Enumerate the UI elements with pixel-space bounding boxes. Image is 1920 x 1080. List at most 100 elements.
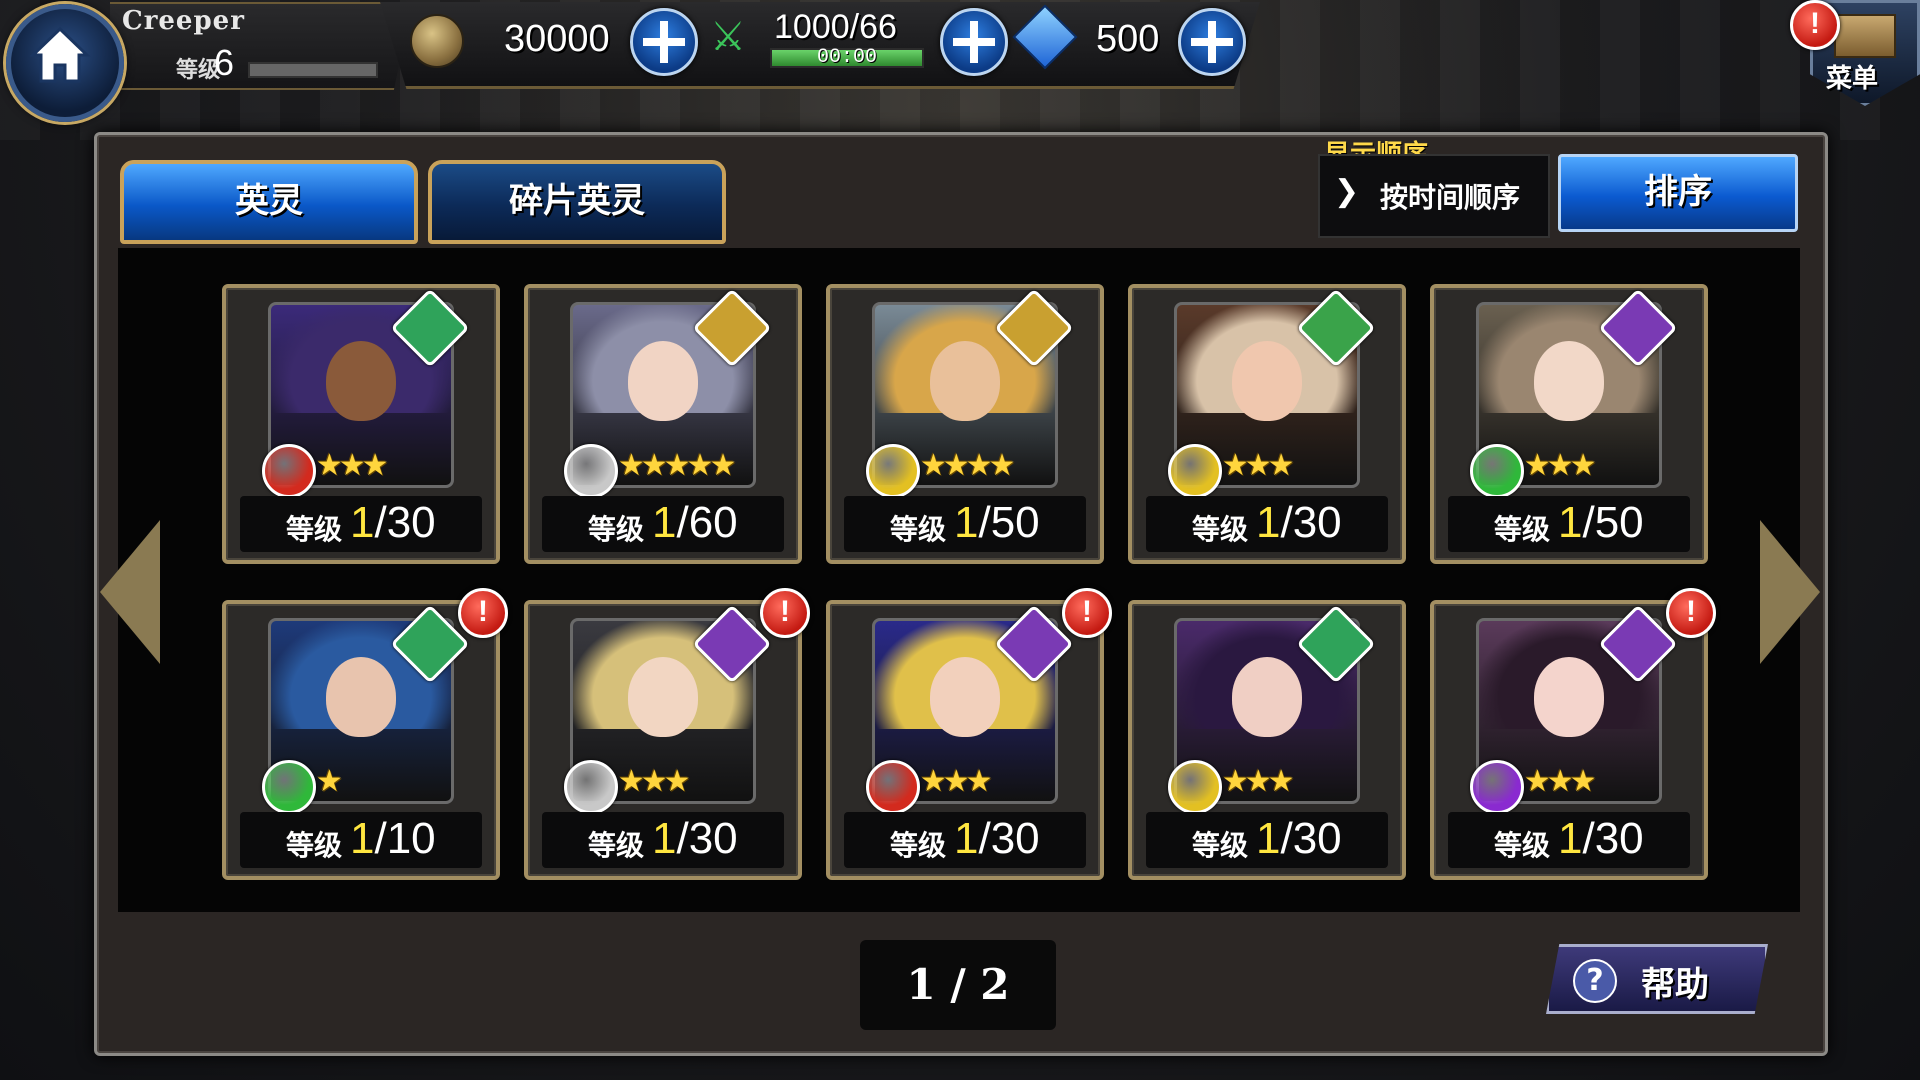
menu-button[interactable]: 菜单 ! <box>1790 0 1920 120</box>
hero-level-value: 1/30 <box>652 814 738 864</box>
sort-order-dropdown[interactable]: ❯ 按时间顺序 <box>1318 154 1550 238</box>
hero-level-current: 1 <box>652 498 677 547</box>
tab-heroes[interactable]: 英灵 <box>120 160 418 244</box>
sort-button[interactable]: 排序 <box>1558 154 1798 232</box>
element-icon <box>1168 444 1222 498</box>
hero-level-bar: 等级 1/30 <box>1448 812 1690 868</box>
hero-face <box>930 657 1000 737</box>
book-icon <box>1834 14 1896 58</box>
hero-face <box>930 341 1000 421</box>
hero-level-bar: 等级 1/50 <box>844 496 1086 552</box>
hero-level-bar: 等级 1/30 <box>1146 496 1388 552</box>
add-gems-button[interactable] <box>1178 8 1246 76</box>
home-icon <box>29 26 91 83</box>
gem-value: 500 <box>1096 18 1160 60</box>
page-indicator: 1 / 2 <box>860 940 1056 1030</box>
hero-alert-icon: ! <box>760 588 810 638</box>
hero-card[interactable]: ★★★ 等级 1/30 <box>222 284 500 564</box>
coin-icon <box>410 14 464 68</box>
hero-face <box>326 341 396 421</box>
rarity-stars: ★★★ <box>1524 764 1597 799</box>
element-icon <box>1168 760 1222 814</box>
next-page-arrow-icon[interactable] <box>1760 520 1820 664</box>
hero-level-max: /30 <box>1280 814 1342 863</box>
menu-label: 菜单 <box>1826 64 1879 94</box>
element-icon <box>1470 760 1524 814</box>
player-name: Creeper <box>122 6 245 36</box>
rarity-stars: ★★★ <box>1222 764 1295 799</box>
stamina-swords-icon: ⚔ <box>710 14 746 60</box>
hero-level-current: 1 <box>954 814 979 863</box>
element-icon <box>564 444 618 498</box>
home-button[interactable] <box>6 4 124 122</box>
hero-card[interactable]: ★★★★ 等级 1/50 <box>826 284 1104 564</box>
hero-level-value: 1/60 <box>652 498 738 548</box>
hero-alert-icon: ! <box>1666 588 1716 638</box>
hero-level-current: 1 <box>1256 498 1281 547</box>
hero-level-max: /30 <box>676 814 738 863</box>
hero-card[interactable]: ★★★ 等级 1/30! <box>524 588 810 880</box>
element-icon <box>866 760 920 814</box>
rarity-stars: ★★★ <box>920 764 993 799</box>
stamina-value: 1000/66 <box>774 8 897 46</box>
hero-face <box>1232 341 1302 421</box>
hero-level-value: 1/50 <box>1558 498 1644 548</box>
hero-card[interactable]: ★★★ 等级 1/30 <box>1128 284 1406 564</box>
hero-level-max: /30 <box>374 498 436 547</box>
element-icon <box>866 444 920 498</box>
rarity-stars: ★★★★ <box>920 448 1016 483</box>
hero-card[interactable]: ★★★★★ 等级 1/60 <box>524 284 802 564</box>
rarity-stars: ★★★ <box>1222 448 1295 483</box>
rarity-stars: ★★★ <box>316 448 389 483</box>
hero-alert-icon: ! <box>458 588 508 638</box>
hero-level-label: 等级 <box>1192 513 1249 546</box>
player-level: 6 <box>214 42 235 83</box>
hero-level-label: 等级 <box>286 829 343 862</box>
rarity-stars: ★★★ <box>1524 448 1597 483</box>
hero-level-bar: 等级 1/30 <box>240 496 482 552</box>
hero-level-max: /60 <box>676 498 738 547</box>
hero-level-value: 1/50 <box>954 498 1040 548</box>
hero-level-bar: 等级 1/30 <box>542 812 784 868</box>
hero-level-label: 等级 <box>588 829 645 862</box>
rarity-stars: ★★★★★ <box>618 448 737 483</box>
element-icon <box>262 760 316 814</box>
stamina-timer: 00:00 <box>816 46 877 69</box>
hero-face <box>628 341 698 421</box>
hero-level-label: 等级 <box>1494 829 1551 862</box>
hero-level-bar: 等级 1/60 <box>542 496 784 552</box>
add-coins-button[interactable] <box>630 8 698 76</box>
hero-card[interactable]: ★★★ 等级 1/30! <box>1430 588 1716 880</box>
hero-level-value: 1/30 <box>350 498 436 548</box>
hero-level-max: /50 <box>978 498 1040 547</box>
hero-level-label: 等级 <box>588 513 645 546</box>
hero-level-current: 1 <box>350 498 375 547</box>
hero-level-value: 1/30 <box>1256 814 1342 864</box>
element-icon <box>564 760 618 814</box>
hero-level-label: 等级 <box>1494 513 1551 546</box>
hero-level-label: 等级 <box>1192 829 1249 862</box>
hero-card[interactable]: ★★★ 等级 1/30! <box>826 588 1112 880</box>
hero-level-current: 1 <box>350 814 375 863</box>
hero-level-current: 1 <box>1256 814 1281 863</box>
hero-level-current: 1 <box>1558 498 1583 547</box>
add-stamina-button[interactable] <box>940 8 1008 76</box>
prev-page-arrow-icon[interactable] <box>100 520 160 664</box>
hero-level-current: 1 <box>652 814 677 863</box>
hero-card[interactable]: ★★★ 等级 1/30 <box>1128 600 1406 880</box>
element-icon <box>1470 444 1524 498</box>
hero-face <box>1534 657 1604 737</box>
chevron-down-icon: ❯ <box>1334 174 1360 209</box>
hero-level-label: 等级 <box>286 513 343 546</box>
tab-hero-shards[interactable]: 碎片英灵 <box>428 160 726 244</box>
help-label: 帮助 <box>1641 965 1709 1005</box>
hero-level-value: 1/30 <box>1256 498 1342 548</box>
hero-card[interactable]: ★ 等级 1/10! <box>222 588 508 880</box>
help-button[interactable]: ? 帮助 <box>1546 944 1768 1014</box>
hero-level-bar: 等级 1/50 <box>1448 496 1690 552</box>
hero-alert-icon: ! <box>1062 588 1112 638</box>
hero-level-bar: 等级 1/30 <box>844 812 1086 868</box>
sort-order-value: 按时间顺序 <box>1380 181 1521 214</box>
hero-level-label: 等级 <box>890 513 947 546</box>
hero-card[interactable]: ★★★ 等级 1/50 <box>1430 284 1708 564</box>
